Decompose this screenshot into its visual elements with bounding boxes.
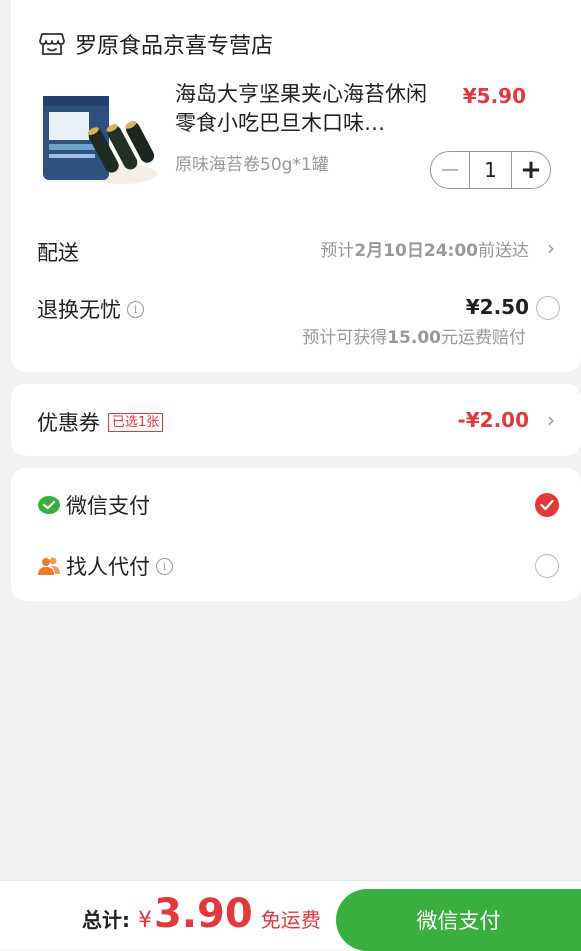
chevron-right-icon[interactable]: › xyxy=(547,236,555,260)
payment-radio-friend[interactable] xyxy=(535,554,559,578)
free-shipping-label: 免运费 xyxy=(261,904,321,933)
checkmark-icon xyxy=(540,499,554,511)
return-note-amount: 15.00 xyxy=(387,328,441,348)
checkout-footer: 总计: ¥ 3.90 免运费 微信支付 xyxy=(0,880,581,950)
payment-label-wechat: 微信支付 xyxy=(66,490,150,520)
wechat-icon xyxy=(37,493,61,517)
info-icon[interactable]: i xyxy=(156,558,173,575)
wechat-pay-button[interactable]: 微信支付 xyxy=(336,889,581,951)
quantity-stepper: − 1 + xyxy=(430,151,551,189)
return-service-row: 退换无忧 i xyxy=(37,294,144,324)
delivery-suffix: 前送达 xyxy=(478,241,529,261)
payment-option-wechat[interactable]: 微信支付 xyxy=(37,490,150,520)
info-icon[interactable]: i xyxy=(127,301,144,318)
return-note-prefix: 预计可获得 xyxy=(302,328,387,348)
shop-name: 罗原食品京喜专营店 xyxy=(75,28,273,60)
product-title[interactable]: 海岛大亨坚果夹心海苔休闲零食小吃巴旦木口味… xyxy=(175,80,427,138)
return-service-note: 预计可获得15.00元运费赔付 xyxy=(302,323,526,348)
product-image[interactable] xyxy=(37,88,159,190)
increase-quantity-button[interactable]: + xyxy=(512,152,550,188)
payment-label-friend: 找人代付 xyxy=(66,551,150,581)
decrease-quantity-button[interactable]: − xyxy=(431,152,469,188)
total-label: 总计: xyxy=(82,904,130,933)
return-service-label: 退换无忧 xyxy=(37,294,121,324)
delivery-label: 配送 xyxy=(37,237,79,267)
friends-icon xyxy=(37,554,61,578)
return-note-suffix: 元运费赔付 xyxy=(441,328,526,348)
order-total: 总计: ¥ 3.90 免运费 xyxy=(82,891,321,937)
product-spec[interactable]: 原味海苔卷50g*1罐 xyxy=(175,150,329,175)
return-service-radio[interactable] xyxy=(536,296,560,320)
coupon-label-group: 优惠券 已选1张 xyxy=(37,407,163,437)
return-service-price: ¥2.50 xyxy=(466,295,529,319)
payment-methods: 微信支付 找人代付 i xyxy=(11,468,581,601)
shop-header[interactable]: 罗原食品京喜专营店 xyxy=(39,28,273,60)
order-card: 罗原食品京喜专营店 海岛大亨坚果夹心海苔休闲零食小吃巴旦木口味… ¥5.90 原… xyxy=(11,0,581,372)
payment-radio-wechat-checked[interactable] xyxy=(535,493,559,517)
total-amount: 3.90 xyxy=(154,891,253,937)
payment-option-friend[interactable]: 找人代付 i xyxy=(37,551,173,581)
chevron-right-icon[interactable]: › xyxy=(547,408,555,432)
coupon-discount: -¥2.00 xyxy=(457,408,529,432)
delivery-date: 2月10日24:00 xyxy=(354,241,478,261)
coupon-row[interactable]: 优惠券 已选1张 -¥2.00 › xyxy=(11,384,581,456)
product-price: ¥5.90 xyxy=(463,84,526,108)
delivery-estimate[interactable]: 预计2月10日24:00前送达 xyxy=(320,236,529,261)
delivery-prefix: 预计 xyxy=(320,241,354,261)
total-currency: ¥ xyxy=(138,908,152,933)
store-icon xyxy=(39,32,65,56)
coupon-label: 优惠券 xyxy=(37,407,100,437)
quantity-value[interactable]: 1 xyxy=(469,152,512,188)
coupon-badge: 已选1张 xyxy=(108,413,163,432)
